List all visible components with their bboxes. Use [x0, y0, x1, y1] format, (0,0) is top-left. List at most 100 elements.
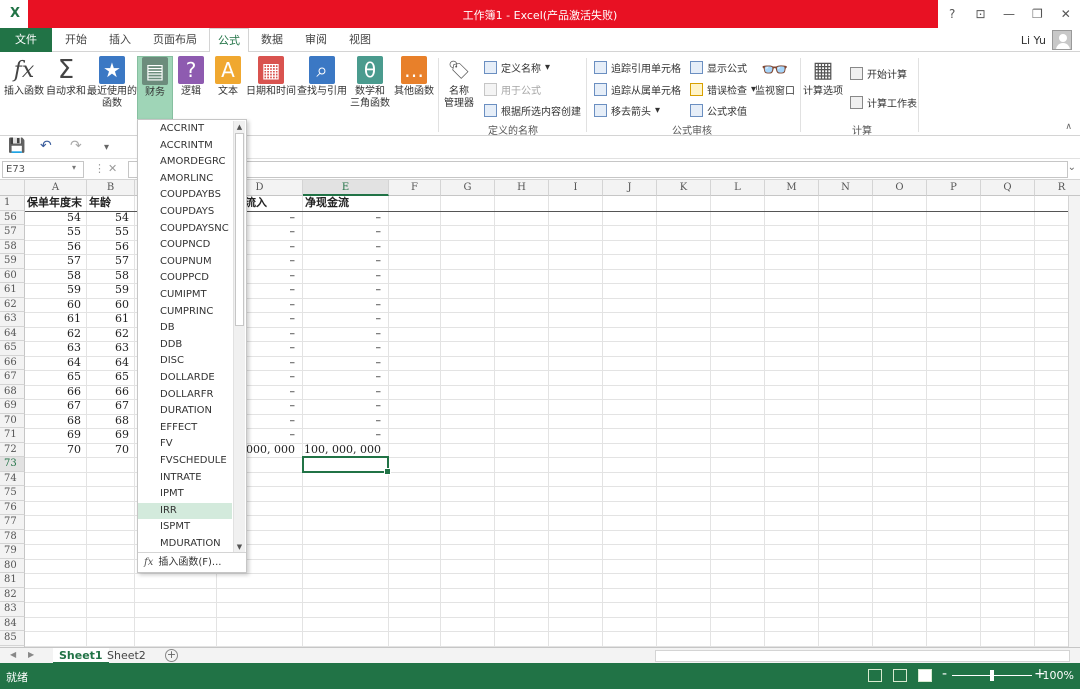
cell-a83[interactable]	[25, 602, 81, 617]
row-header[interactable]: 71	[0, 428, 25, 443]
tab-view[interactable]: 视图	[349, 28, 371, 52]
row-header[interactable]: 64	[0, 326, 25, 341]
zoom-out-icon[interactable]: -	[942, 666, 947, 682]
function-item-cumipmt[interactable]: CUMIPMT	[138, 287, 232, 304]
remove-arrows-button[interactable]: 移去箭头 ▾	[594, 103, 660, 118]
autosum-button[interactable]: Σ 自动求和	[46, 55, 86, 98]
cell-e66[interactable]: –	[303, 356, 382, 371]
cell-b70[interactable]: 68	[87, 414, 129, 429]
cell-b63[interactable]: 61	[87, 312, 129, 327]
cell-b61[interactable]: 59	[87, 283, 129, 298]
column-header-b[interactable]: B	[87, 180, 135, 196]
scroll-thumb[interactable]	[235, 133, 244, 326]
cell-a76[interactable]	[25, 501, 81, 516]
page-break-view-icon[interactable]	[918, 669, 932, 682]
cell-b64[interactable]: 62	[87, 327, 129, 342]
cell-e58[interactable]: –	[303, 240, 382, 255]
cell-b77[interactable]	[87, 515, 129, 530]
row-header[interactable]: 63	[0, 312, 25, 327]
cell-a57[interactable]: 55	[25, 225, 81, 240]
cell-b82[interactable]	[87, 588, 129, 603]
tab-file[interactable]: 文件	[0, 28, 52, 52]
trace-precedents-button[interactable]: 追踪引用单元格	[594, 60, 681, 75]
cell-b79[interactable]	[87, 544, 129, 559]
column-header-m[interactable]: M	[765, 180, 819, 196]
cell-e79[interactable]	[303, 544, 381, 559]
zoom-level[interactable]: 100%	[1043, 669, 1074, 682]
cell-a84[interactable]	[25, 617, 81, 632]
column-header-q[interactable]: Q	[981, 180, 1035, 196]
cancel-icon[interactable]: ✕	[108, 162, 117, 175]
cell-d82[interactable]	[217, 588, 295, 603]
cell-e80[interactable]	[303, 559, 381, 574]
ribbon-display-icon[interactable]: ⊡	[971, 7, 991, 21]
cell-d81[interactable]	[217, 573, 295, 588]
select-all-corner[interactable]	[0, 180, 25, 196]
function-item-dollarde[interactable]: DOLLARDE	[138, 370, 232, 387]
header-cell-b[interactable]: 年龄	[89, 196, 133, 211]
row-header[interactable]: 1	[0, 196, 25, 211]
cell-b59[interactable]: 57	[87, 254, 129, 269]
column-header-h[interactable]: H	[495, 180, 549, 196]
function-item-coupnum[interactable]: COUPNUM	[138, 254, 232, 271]
cell-b84[interactable]	[87, 617, 129, 632]
cell-a59[interactable]: 57	[25, 254, 81, 269]
tab-insert[interactable]: 插入	[109, 28, 131, 52]
cell-e74[interactable]	[303, 472, 381, 487]
formula-input[interactable]	[128, 161, 1068, 178]
cell-a72[interactable]: 70	[25, 443, 81, 458]
math-trig-button[interactable]: θ 数学和 三角函数	[347, 56, 393, 110]
column-header-i[interactable]: I	[549, 180, 603, 196]
watch-window-button[interactable]: 👓 监视窗口	[755, 56, 795, 98]
cell-e77[interactable]	[303, 515, 381, 530]
cell-e63[interactable]: –	[303, 312, 382, 327]
next-sheet-icon[interactable]: ▶	[28, 650, 34, 659]
customize-qat-icon[interactable]: ▾	[104, 142, 109, 153]
cell-e57[interactable]: –	[303, 225, 382, 240]
cell-b85[interactable]	[87, 631, 129, 646]
more-functions-button[interactable]: … 其他函数	[394, 56, 434, 98]
cell-e78[interactable]	[303, 530, 381, 545]
cell-e67[interactable]: –	[303, 370, 382, 385]
cell-e84[interactable]	[303, 617, 381, 632]
cell-e83[interactable]	[303, 602, 381, 617]
cell-e60[interactable]: –	[303, 269, 382, 284]
cell-b81[interactable]	[87, 573, 129, 588]
active-cell-cursor[interactable]	[302, 456, 391, 474]
zoom-slider[interactable]	[952, 670, 1032, 681]
function-item-db[interactable]: DB	[138, 320, 232, 337]
horizontal-scrollbar[interactable]	[655, 650, 1070, 662]
function-item-ipmt[interactable]: IPMT	[138, 486, 232, 503]
column-header-a[interactable]: A	[25, 180, 87, 196]
row-header[interactable]: 62	[0, 297, 25, 312]
name-manager-button[interactable]: 🏷 名称 管理器	[442, 56, 476, 110]
cell-a68[interactable]: 66	[25, 385, 81, 400]
row-header[interactable]: 81	[0, 573, 25, 588]
calculate-now-button[interactable]: 开始计算	[850, 66, 907, 81]
vertical-scrollbar[interactable]	[1068, 196, 1080, 647]
cell-e59[interactable]: –	[303, 254, 382, 269]
cell-b65[interactable]: 63	[87, 341, 129, 356]
cell-b73[interactable]	[87, 457, 129, 472]
cell-e62[interactable]: –	[303, 298, 382, 313]
row-header[interactable]: 83	[0, 602, 25, 617]
date-time-button[interactable]: ▦ 日期和时间	[246, 56, 296, 98]
function-item-ddb[interactable]: DDB	[138, 337, 232, 354]
row-header[interactable]: 75	[0, 486, 25, 501]
row-header[interactable]: 82	[0, 587, 25, 602]
tab-formulas[interactable]: 公式	[209, 28, 249, 53]
menu-scrollbar[interactable]: ▲ ▼	[233, 121, 245, 553]
name-box-chevron-icon[interactable]: ▾	[72, 163, 76, 172]
user-account[interactable]: Li Yu	[1021, 30, 1072, 50]
tab-page-layout[interactable]: 页面布局	[153, 28, 197, 52]
column-header-o[interactable]: O	[873, 180, 927, 196]
redo-icon[interactable]: ↷	[70, 138, 82, 154]
function-item-duration[interactable]: DURATION	[138, 403, 232, 420]
financial-button[interactable]: ▤ 财务	[137, 56, 173, 122]
cell-a63[interactable]: 61	[25, 312, 81, 327]
row-header[interactable]: 68	[0, 384, 25, 399]
cell-b71[interactable]: 69	[87, 428, 129, 443]
cell-a77[interactable]	[25, 515, 81, 530]
column-header-l[interactable]: L	[711, 180, 765, 196]
cell-b58[interactable]: 56	[87, 240, 129, 255]
